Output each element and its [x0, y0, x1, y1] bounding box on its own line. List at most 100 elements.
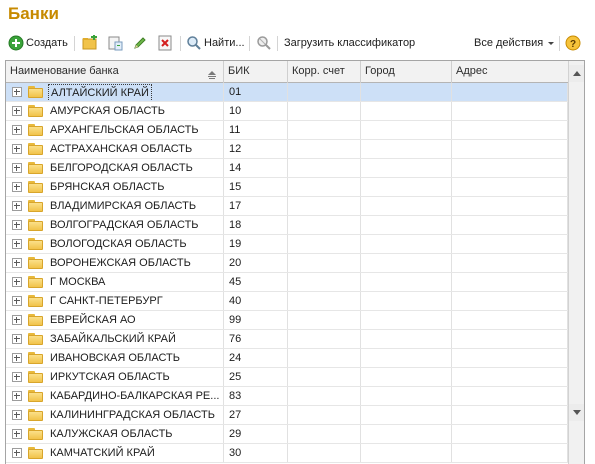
cell-city[interactable] [361, 197, 452, 215]
cell-city[interactable] [361, 121, 452, 139]
cell-bank-name[interactable]: ВОРОНЕЖСКАЯ ОБЛАСТЬ [6, 254, 224, 272]
cell-bank-name[interactable]: КАБАРДИНО-БАЛКАРСКАЯ РЕ... [6, 387, 224, 405]
create-button[interactable]: Создать [8, 31, 68, 55]
cell-address[interactable] [452, 83, 568, 101]
cell-corr-account[interactable] [288, 159, 361, 177]
cell-address[interactable] [452, 349, 568, 367]
table-row[interactable]: КАБАРДИНО-БАЛКАРСКАЯ РЕ... 83 [6, 387, 568, 406]
column-header-name[interactable]: Наименование банка [6, 61, 224, 83]
cell-bank-name[interactable]: АСТРАХАНСКАЯ ОБЛАСТЬ [6, 140, 224, 158]
cell-bank-name[interactable]: Г САНКТ-ПЕТЕРБУРГ [6, 292, 224, 310]
cell-address[interactable] [452, 178, 568, 196]
cell-address[interactable] [452, 292, 568, 310]
cell-corr-account[interactable] [288, 292, 361, 310]
cell-corr-account[interactable] [288, 197, 361, 215]
expand-icon[interactable] [12, 106, 22, 116]
cell-city[interactable] [361, 292, 452, 310]
table-row[interactable]: ВОРОНЕЖСКАЯ ОБЛАСТЬ 20 [6, 254, 568, 273]
cell-city[interactable] [361, 444, 452, 462]
table-row[interactable]: КАМЧАТСКИЙ КРАЙ 30 [6, 444, 568, 463]
cell-city[interactable] [361, 83, 452, 101]
expand-icon[interactable] [12, 315, 22, 325]
cell-city[interactable] [361, 140, 452, 158]
cell-bank-name[interactable]: КАМЧАТСКИЙ КРАЙ [6, 444, 224, 462]
expand-icon[interactable] [12, 239, 22, 249]
cell-city[interactable] [361, 349, 452, 367]
expand-icon[interactable] [12, 182, 22, 192]
expand-icon[interactable] [12, 296, 22, 306]
cell-bik[interactable]: 29 [224, 425, 288, 443]
cell-bik[interactable]: 20 [224, 254, 288, 272]
cell-bik[interactable]: 15 [224, 178, 288, 196]
expand-icon[interactable] [12, 429, 22, 439]
cell-city[interactable] [361, 368, 452, 386]
cell-bik[interactable]: 18 [224, 216, 288, 234]
cell-bank-name[interactable]: КАЛУЖСКАЯ ОБЛАСТЬ [6, 425, 224, 443]
table-row[interactable]: ВОЛОГОДСКАЯ ОБЛАСТЬ 19 [6, 235, 568, 254]
cell-bank-name[interactable]: ИВАНОВСКАЯ ОБЛАСТЬ [6, 349, 224, 367]
table-row[interactable]: АРХАНГЕЛЬСКАЯ ОБЛАСТЬ 11 [6, 121, 568, 140]
delete-button[interactable] [157, 31, 173, 55]
table-row[interactable]: КАЛУЖСКАЯ ОБЛАСТЬ 29 [6, 425, 568, 444]
column-header-bik[interactable]: БИК [224, 61, 288, 83]
cell-address[interactable] [452, 216, 568, 234]
cell-address[interactable] [452, 254, 568, 272]
edit-button[interactable] [132, 31, 148, 55]
table-row[interactable]: АСТРАХАНСКАЯ ОБЛАСТЬ 12 [6, 140, 568, 159]
cell-city[interactable] [361, 102, 452, 120]
cell-bank-name[interactable]: ЗАБАЙКАЛЬСКИЙ КРАЙ [6, 330, 224, 348]
cell-city[interactable] [361, 178, 452, 196]
cell-bank-name[interactable]: АРХАНГЕЛЬСКАЯ ОБЛАСТЬ [6, 121, 224, 139]
cell-bank-name[interactable]: ВЛАДИМИРСКАЯ ОБЛАСТЬ [6, 197, 224, 215]
cell-corr-account[interactable] [288, 406, 361, 424]
cell-address[interactable] [452, 121, 568, 139]
cell-bank-name[interactable]: ВОЛОГОДСКАЯ ОБЛАСТЬ [6, 235, 224, 253]
column-header-corr-account[interactable]: Корр. счет [288, 61, 361, 83]
cell-city[interactable] [361, 387, 452, 405]
expand-icon[interactable] [12, 201, 22, 211]
cell-corr-account[interactable] [288, 444, 361, 462]
cell-bik[interactable]: 45 [224, 273, 288, 291]
help-button[interactable]: ? [565, 31, 581, 55]
table-row[interactable]: КАЛИНИНГРАДСКАЯ ОБЛАСТЬ 27 [6, 406, 568, 425]
table-row[interactable]: АЛТАЙСКИЙ КРАЙ 01 [6, 83, 568, 102]
find-button[interactable]: Найти... [186, 31, 245, 55]
cell-address[interactable] [452, 368, 568, 386]
scroll-up-button[interactable] [569, 65, 584, 82]
cell-bank-name[interactable]: АЛТАЙСКИЙ КРАЙ [6, 83, 224, 101]
expand-icon[interactable] [12, 448, 22, 458]
cell-corr-account[interactable] [288, 83, 361, 101]
cell-corr-account[interactable] [288, 273, 361, 291]
cell-city[interactable] [361, 273, 452, 291]
column-header-address[interactable]: Адрес [452, 61, 568, 83]
cell-corr-account[interactable] [288, 311, 361, 329]
cell-corr-account[interactable] [288, 349, 361, 367]
create-folder-button[interactable] [82, 31, 98, 55]
table-row[interactable]: АМУРСКАЯ ОБЛАСТЬ 10 [6, 102, 568, 121]
cell-city[interactable] [361, 254, 452, 272]
vertical-scrollbar[interactable] [568, 61, 584, 464]
cell-corr-account[interactable] [288, 425, 361, 443]
cell-bank-name[interactable]: ИРКУТСКАЯ ОБЛАСТЬ [6, 368, 224, 386]
cell-bik[interactable]: 14 [224, 159, 288, 177]
table-row[interactable]: ИВАНОВСКАЯ ОБЛАСТЬ 24 [6, 349, 568, 368]
cell-bik[interactable]: 11 [224, 121, 288, 139]
column-header-city[interactable]: Город [361, 61, 452, 83]
cell-city[interactable] [361, 406, 452, 424]
expand-icon[interactable] [12, 353, 22, 363]
cell-bik[interactable]: 25 [224, 368, 288, 386]
cell-corr-account[interactable] [288, 178, 361, 196]
expand-icon[interactable] [12, 258, 22, 268]
table-row[interactable]: ВОЛГОГРАДСКАЯ ОБЛАСТЬ 18 [6, 216, 568, 235]
cell-city[interactable] [361, 235, 452, 253]
expand-icon[interactable] [12, 220, 22, 230]
cell-bik[interactable]: 10 [224, 102, 288, 120]
table-row[interactable]: ИРКУТСКАЯ ОБЛАСТЬ 25 [6, 368, 568, 387]
expand-icon[interactable] [12, 410, 22, 420]
cell-bank-name[interactable]: КАЛИНИНГРАДСКАЯ ОБЛАСТЬ [6, 406, 224, 424]
cell-address[interactable] [452, 197, 568, 215]
cell-address[interactable] [452, 444, 568, 462]
load-classifier-button[interactable]: Загрузить классификатор [284, 31, 415, 55]
cell-corr-account[interactable] [288, 121, 361, 139]
all-actions-menu[interactable]: Все действия [474, 31, 556, 55]
